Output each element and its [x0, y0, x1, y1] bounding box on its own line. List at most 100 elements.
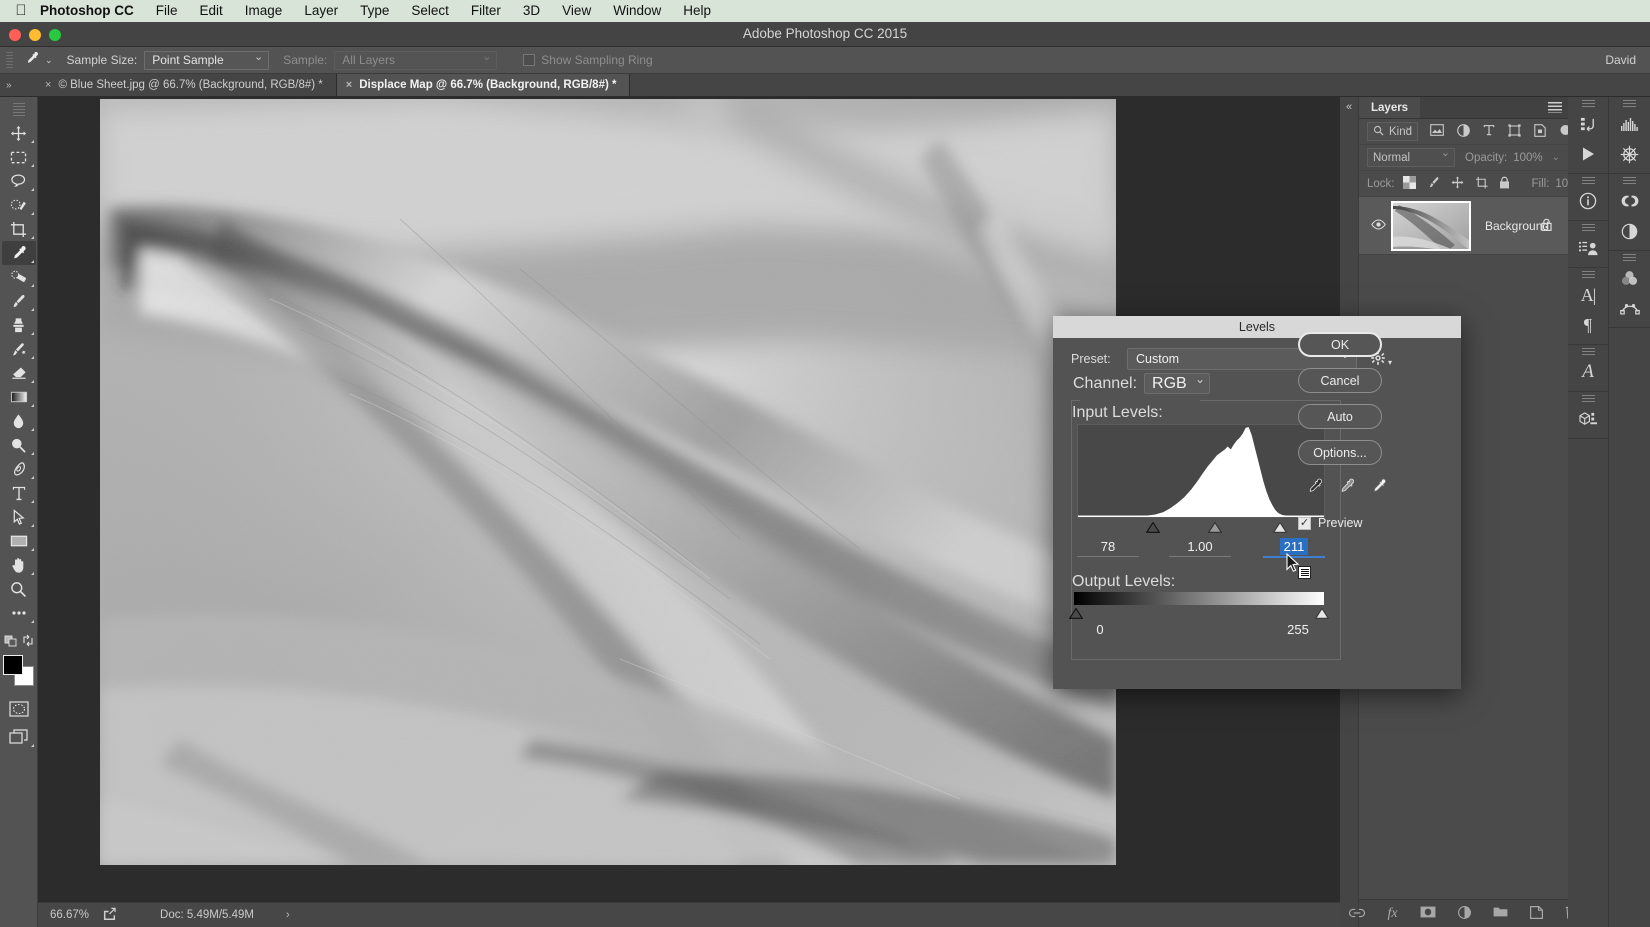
tab-layers[interactable]: Layers: [1359, 97, 1421, 118]
quick-selection-tool[interactable]: [2, 193, 36, 217]
opacity-value[interactable]: 100%: [1513, 152, 1542, 164]
quick-mask-icon[interactable]: [2, 697, 36, 721]
eyedropper-tool[interactable]: [1, 241, 36, 265]
channel-select[interactable]: RGB: [1144, 372, 1211, 394]
navigator-icon[interactable]: [1609, 139, 1650, 169]
input-highlight-field[interactable]: 211: [1263, 538, 1325, 558]
shape-filter-icon[interactable]: [1508, 123, 1521, 140]
blend-mode-select[interactable]: Normal: [1367, 146, 1455, 167]
current-tool-preset[interactable]: ⌄: [24, 51, 53, 70]
input-shadow-field[interactable]: 78: [1077, 539, 1139, 557]
midtone-input-slider[interactable]: [1207, 520, 1223, 538]
layer-style-fx-icon[interactable]: fx: [1387, 906, 1397, 922]
type-tool[interactable]: [2, 481, 36, 505]
sample-size-select[interactable]: Point Sample: [144, 50, 270, 70]
apple-icon[interactable]: : [10, 3, 32, 20]
options-button[interactable]: Options...: [1298, 440, 1382, 465]
lock-all-icon[interactable]: [1499, 176, 1510, 192]
document-tab-displace-map[interactable]: × Displace Map @ 66.7% (Background, RGB/…: [336, 74, 631, 96]
levels-histogram[interactable]: [1077, 424, 1325, 518]
rail-group-grip[interactable]: [1581, 177, 1595, 185]
zoom-level[interactable]: 66.67%: [50, 909, 89, 921]
menu-view[interactable]: View: [551, 0, 602, 22]
rail-group-grip[interactable]: [1581, 348, 1595, 356]
adjustments-icon[interactable]: [1609, 216, 1650, 246]
chevron-double-left-icon[interactable]: «: [1346, 101, 1352, 113]
gradient-tool[interactable]: [2, 385, 36, 409]
pen-tool[interactable]: [2, 457, 36, 481]
clone-source-icon[interactable]: [1568, 233, 1609, 263]
menu-window[interactable]: Window: [602, 0, 672, 22]
rail-group-grip[interactable]: [1581, 271, 1595, 279]
eraser-tool[interactable]: [2, 361, 36, 385]
menu-help[interactable]: Help: [672, 0, 722, 22]
layer-row-background[interactable]: Background: [1359, 197, 1568, 255]
color-icon[interactable]: [1609, 263, 1650, 293]
user-name[interactable]: David: [1605, 53, 1636, 67]
set-gray-point-eyedropper[interactable]: [1338, 478, 1355, 500]
rail-group-grip[interactable]: [1581, 395, 1595, 403]
actions-play-icon[interactable]: [1568, 139, 1609, 169]
menu-file[interactable]: File: [145, 0, 189, 22]
path-selection-tool[interactable]: [2, 505, 36, 529]
highlight-input-slider[interactable]: [1272, 520, 1288, 538]
chevron-down-icon[interactable]: ⌄: [45, 55, 53, 66]
screen-mode-icon[interactable]: [2, 725, 36, 749]
clone-stamp-tool[interactable]: [2, 313, 36, 337]
panel-menu-icon[interactable]: [1548, 102, 1562, 113]
layer-name[interactable]: Background: [1485, 219, 1549, 233]
set-black-point-eyedropper[interactable]: [1306, 478, 1323, 500]
layer-thumbnail[interactable]: [1391, 200, 1471, 251]
menu-select[interactable]: Select: [400, 0, 460, 22]
move-tool[interactable]: [2, 121, 36, 145]
layer-visibility-icon[interactable]: [1367, 218, 1389, 233]
color-swatches[interactable]: [2, 655, 36, 689]
new-adjustment-layer-icon[interactable]: [1457, 905, 1471, 922]
status-menu-chevron-icon[interactable]: ›: [286, 909, 290, 921]
document-tab-blue-sheet[interactable]: × © Blue Sheet.jpg @ 66.7% (Background, …: [36, 74, 337, 96]
edit-toolbar-tool[interactable]: [2, 601, 36, 625]
share-icon[interactable]: [103, 907, 116, 923]
3d-icon[interactable]: [1568, 404, 1609, 434]
preview-checkbox-box[interactable]: ✓: [1298, 516, 1311, 530]
menu-app-name[interactable]: Photoshop CC: [32, 0, 145, 22]
new-group-icon[interactable]: [1493, 906, 1508, 921]
spot-healing-brush-tool[interactable]: [2, 265, 36, 289]
paths-icon[interactable]: [1609, 293, 1650, 323]
tab-overflow-button[interactable]: »: [0, 74, 36, 96]
output-black-field[interactable]: 0: [1070, 622, 1130, 637]
menu-edit[interactable]: Edit: [189, 0, 234, 22]
close-icon[interactable]: ×: [45, 79, 51, 91]
filter-kind-select[interactable]: Kind: [1367, 120, 1419, 141]
lock-position-icon[interactable]: [1451, 176, 1464, 192]
blur-tool[interactable]: [2, 409, 36, 433]
menu-filter[interactable]: Filter: [460, 0, 512, 22]
preview-checkbox[interactable]: ✓ Preview: [1298, 516, 1386, 530]
document-image[interactable]: [100, 99, 1116, 865]
rail-group-grip[interactable]: [1623, 100, 1636, 108]
rail-group-grip[interactable]: [1623, 254, 1636, 262]
character-styles-icon[interactable]: A: [1568, 357, 1609, 387]
add-layer-mask-icon[interactable]: [1420, 906, 1436, 921]
tools-panel-grip[interactable]: [12, 103, 25, 117]
sample-select[interactable]: All Layers: [334, 50, 498, 70]
new-layer-icon[interactable]: [1529, 905, 1543, 922]
output-levels-sliders[interactable]: [1068, 604, 1330, 619]
history-brush-tool[interactable]: [2, 337, 36, 361]
lasso-tool[interactable]: [2, 169, 36, 193]
link-layers-icon[interactable]: [1349, 906, 1366, 921]
histogram-icon[interactable]: [1609, 109, 1650, 139]
options-bar-grip[interactable]: [4, 50, 16, 70]
rectangular-marquee-tool[interactable]: [2, 145, 36, 169]
rail-group-grip[interactable]: [1581, 100, 1595, 108]
cancel-button[interactable]: Cancel: [1298, 368, 1382, 393]
image-filter-icon[interactable]: [1430, 124, 1444, 139]
default-colors-and-swap[interactable]: [2, 631, 36, 649]
history-icon[interactable]: [1568, 109, 1609, 139]
info-icon[interactable]: [1568, 186, 1609, 216]
zoom-tool[interactable]: [2, 577, 36, 601]
crop-tool[interactable]: [2, 217, 36, 241]
dodge-tool[interactable]: [2, 433, 36, 457]
menu-layer[interactable]: Layer: [293, 0, 349, 22]
creative-cloud-libraries-icon[interactable]: [1609, 186, 1650, 216]
